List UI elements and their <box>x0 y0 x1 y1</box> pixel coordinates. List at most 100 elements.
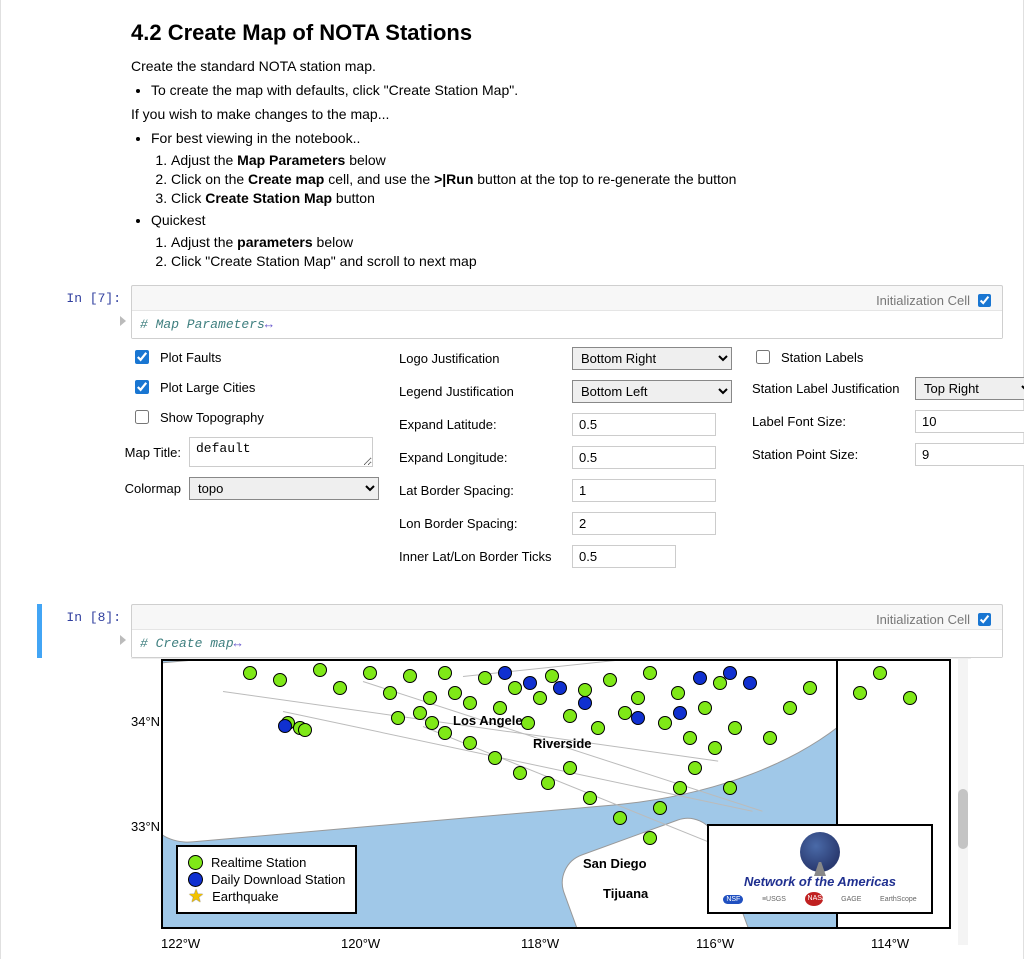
markdown-cell-section: 4.2 Create Map of NOTA Stations Create t… <box>1 20 1023 269</box>
init-cell-toggle-8[interactable]: Initialization Cell <box>876 610 994 629</box>
station-dot <box>541 776 555 790</box>
station-dot <box>643 831 657 845</box>
code-line-7[interactable]: # Map Parameters↔ <box>132 310 1002 338</box>
plot-faults-checkbox[interactable] <box>135 350 149 364</box>
station-dot <box>693 671 707 685</box>
legend-just-row: Legend Justification Bottom Left <box>399 380 732 403</box>
station-dot <box>553 681 567 695</box>
xtick-122: 122°W <box>161 936 200 951</box>
map-parameters-widgets: Plot Faults Plot Large Cities Show Topog… <box>1 339 1023 588</box>
legend-daily-icon <box>188 872 203 887</box>
station-dot <box>508 681 522 695</box>
station-dot <box>278 719 292 733</box>
station-dot <box>333 681 347 695</box>
map-legend: Realtime Station Daily Download Station … <box>176 845 357 914</box>
station-dot <box>563 709 577 723</box>
plot-large-cities-checkbox[interactable] <box>135 380 149 394</box>
station-dot <box>578 683 592 697</box>
station-dot <box>763 731 777 745</box>
station-dot <box>708 741 722 755</box>
station-dot <box>688 761 702 775</box>
station-dot <box>563 761 577 775</box>
station-dot <box>521 716 535 730</box>
lon-border-row: Lon Border Spacing: <box>399 512 732 535</box>
plot-faults-row[interactable]: Plot Faults <box>131 347 379 367</box>
city-label-tj: Tijuana <box>603 886 648 901</box>
expand-lat-row: Expand Latitude: <box>399 413 732 436</box>
show-topography-checkbox[interactable] <box>135 410 149 424</box>
code-cell-8[interactable]: In [8]: Initialization Cell # Create map… <box>1 604 1023 658</box>
section-title: 4.2 Create Map of NOTA Stations <box>131 20 1003 46</box>
legend-justification-select[interactable]: Bottom Left <box>572 380 732 403</box>
map-logo-box: Network of the Americas NSF ≡USGS NASA G… <box>707 824 933 914</box>
station-dot <box>513 766 527 780</box>
code-cell-7[interactable]: In [7]: Initialization Cell # Map Parame… <box>1 285 1023 339</box>
station-dot <box>273 673 287 687</box>
widget-col-3: Station Labels Station Label Justificati… <box>752 347 1024 466</box>
station-dot <box>448 686 462 700</box>
lat-border-input[interactable] <box>572 479 716 502</box>
station-dot <box>653 801 667 815</box>
station-dot <box>591 721 605 735</box>
station-dot <box>243 666 257 680</box>
scrollbar-thumb[interactable] <box>958 789 968 849</box>
station-dot <box>425 716 439 730</box>
legend-earthquake-icon: ★ <box>188 890 204 903</box>
station-dot <box>403 669 417 683</box>
station-dot <box>728 721 742 735</box>
map-output: Los Angeles Riverside San Diego Tijuana … <box>1 658 1023 959</box>
station-dot <box>423 691 437 705</box>
code-line-8[interactable]: # Create map↔ <box>132 629 1002 657</box>
station-dot <box>413 706 427 720</box>
lon-border-input[interactable] <box>572 512 716 535</box>
station-dot <box>643 666 657 680</box>
station-labels-row[interactable]: Station Labels <box>752 347 1024 367</box>
show-topography-row[interactable]: Show Topography <box>131 407 379 427</box>
station-labels-checkbox[interactable] <box>756 350 770 364</box>
label-font-input[interactable] <box>915 410 1024 433</box>
init-cell-toggle-7[interactable]: Initialization Cell <box>876 291 994 310</box>
station-dot <box>783 701 797 715</box>
code-input-7[interactable]: Initialization Cell # Map Parameters↔ <box>131 285 1003 339</box>
city-label-la: Los Angeles <box>453 713 530 728</box>
bestview-item: For best viewing in the notebook.. Adjus… <box>151 130 1003 206</box>
station-dot <box>853 686 867 700</box>
station-dot <box>533 691 547 705</box>
prompt-in-7: In [7]: <box>1 285 131 306</box>
logo-sub-badges: NSF ≡USGS NASA GAGE EarthScope <box>715 892 925 906</box>
init-cell-checkbox-8[interactable] <box>978 613 991 626</box>
map-title-input[interactable]: default <box>189 437 373 467</box>
station-dot <box>673 706 687 720</box>
collapse-arrow-icon[interactable] <box>120 635 126 645</box>
logo-just-row: Logo Justification Bottom Right <box>399 347 732 370</box>
colormap-select[interactable]: topo <box>189 477 379 500</box>
station-dot <box>578 696 592 710</box>
collapse-arrow-icon[interactable] <box>120 316 126 326</box>
station-dot <box>631 711 645 725</box>
station-dot <box>463 736 477 750</box>
inner-ticks-input[interactable] <box>572 545 676 568</box>
station-dot <box>583 791 597 805</box>
expand-latitude-input[interactable] <box>572 413 716 436</box>
section-p1: Create the standard NOTA station map. <box>131 58 1003 74</box>
inner-ticks-row: Inner Lat/Lon Border Ticks <box>399 545 732 568</box>
init-cell-checkbox-7[interactable] <box>978 294 991 307</box>
ytick-34: 34°N <box>131 714 160 729</box>
xtick-116: 116°W <box>696 936 734 951</box>
station-dot <box>523 676 537 690</box>
station-label-just-select[interactable]: Top Right <box>915 377 1024 400</box>
station-point-input[interactable] <box>915 443 1024 466</box>
station-point-row: Station Point Size: <box>752 443 1024 466</box>
station-dot <box>658 716 672 730</box>
expand-longitude-input[interactable] <box>572 446 716 469</box>
code-input-8[interactable]: Initialization Cell # Create map↔ <box>131 604 1003 658</box>
logo-justification-select[interactable]: Bottom Right <box>572 347 732 370</box>
colormap-row: Colormap topo <box>71 477 379 500</box>
widget-col-2: Logo Justification Bottom Right Legend J… <box>399 347 732 568</box>
city-label-riverside: Riverside <box>533 736 592 751</box>
plot-large-cities-row[interactable]: Plot Large Cities <box>131 377 379 397</box>
station-dot <box>478 671 492 685</box>
station-dot <box>313 663 327 677</box>
quickest-item: Quickest Adjust the parameters below Cli… <box>151 212 1003 269</box>
station-dot <box>463 696 477 710</box>
